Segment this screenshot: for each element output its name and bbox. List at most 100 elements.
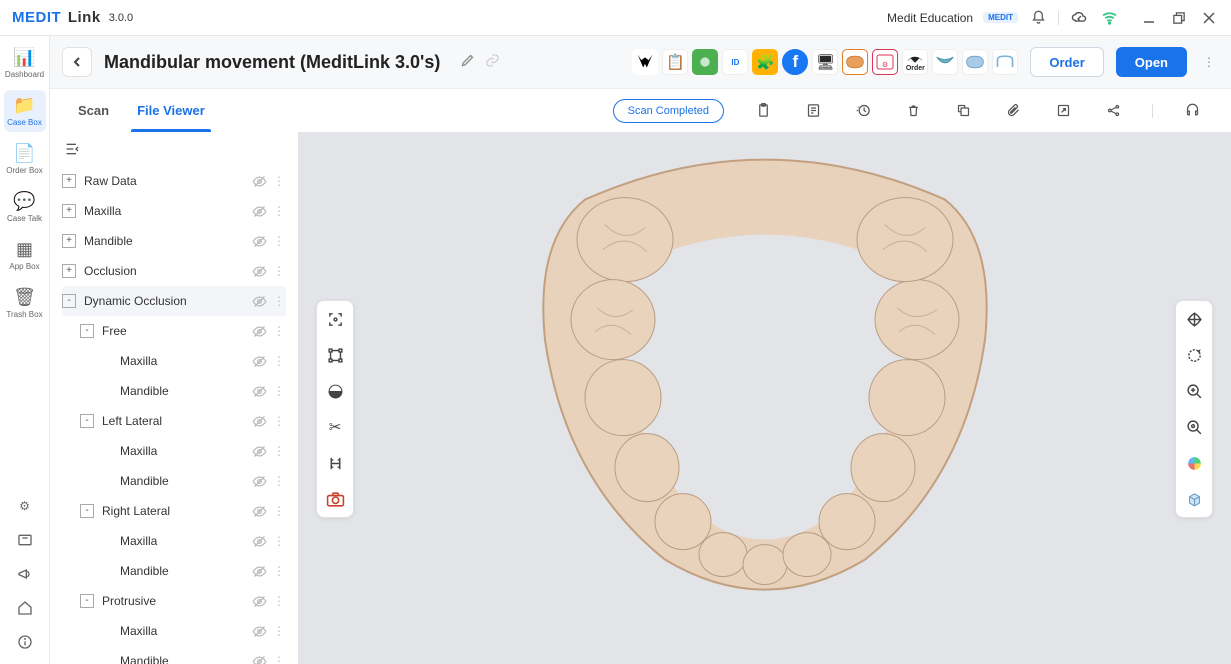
app-teeth-icon[interactable]: ⚙ bbox=[872, 49, 898, 75]
delete-icon[interactable] bbox=[902, 100, 924, 122]
tree-row[interactable]: -Protrusive⋮ bbox=[62, 586, 286, 616]
expand-icon[interactable]: + bbox=[62, 234, 76, 248]
transform-icon[interactable] bbox=[323, 343, 347, 367]
clipboard-icon[interactable] bbox=[752, 100, 774, 122]
cube-view-icon[interactable] bbox=[1182, 487, 1206, 511]
collapse-icon[interactable]: - bbox=[80, 594, 94, 608]
tree-row[interactable]: +Mandible⋮ bbox=[62, 226, 286, 256]
open-button[interactable]: Open bbox=[1116, 47, 1187, 77]
3d-viewer[interactable]: ✂ bbox=[298, 132, 1231, 664]
close-icon[interactable] bbox=[1199, 8, 1219, 28]
headset-icon[interactable] bbox=[1181, 100, 1203, 122]
focus-icon[interactable] bbox=[323, 307, 347, 331]
tab-scan[interactable]: Scan bbox=[78, 89, 109, 132]
row-menu-icon[interactable]: ⋮ bbox=[272, 594, 286, 608]
link-icon[interactable] bbox=[485, 53, 500, 71]
row-menu-icon[interactable]: ⋮ bbox=[272, 654, 286, 664]
tree-collapse-icon[interactable] bbox=[50, 132, 298, 166]
history-icon[interactable] bbox=[852, 100, 874, 122]
cloud-sync-icon[interactable] bbox=[1069, 8, 1089, 28]
row-menu-icon[interactable]: ⋮ bbox=[272, 294, 286, 308]
tree-row[interactable]: Maxilla⋮ bbox=[62, 436, 286, 466]
row-menu-icon[interactable]: ⋮ bbox=[272, 384, 286, 398]
visibility-icon[interactable] bbox=[250, 174, 268, 189]
collapse-icon[interactable]: - bbox=[80, 414, 94, 428]
row-menu-icon[interactable]: ⋮ bbox=[272, 564, 286, 578]
back-button[interactable] bbox=[62, 47, 92, 77]
tree-row[interactable]: -Right Lateral⋮ bbox=[62, 496, 286, 526]
app-scan-icon[interactable]: 📋 bbox=[662, 49, 688, 75]
visibility-icon[interactable] bbox=[250, 474, 268, 489]
collapse-icon[interactable]: - bbox=[80, 324, 94, 338]
zoom-in-icon[interactable] bbox=[1182, 379, 1206, 403]
visibility-icon[interactable] bbox=[250, 264, 268, 279]
tab-file-viewer[interactable]: File Viewer bbox=[137, 89, 205, 132]
settings-icon[interactable]: ⚙ bbox=[11, 492, 39, 520]
capture-icon[interactable] bbox=[323, 487, 347, 511]
tree-row[interactable]: -Left Lateral⋮ bbox=[62, 406, 286, 436]
rail-case-talk[interactable]: 💬 Case Talk bbox=[4, 186, 46, 228]
app-smile-icon[interactable] bbox=[932, 49, 958, 75]
visibility-icon[interactable] bbox=[250, 384, 268, 399]
tree-row[interactable]: -Free⋮ bbox=[62, 316, 286, 346]
tree-row[interactable]: -Dynamic Occlusion⋮ bbox=[62, 286, 286, 316]
visibility-icon[interactable] bbox=[250, 594, 268, 609]
expand-icon[interactable]: + bbox=[62, 204, 76, 218]
app-puzzle-icon[interactable]: 🧩 bbox=[752, 49, 778, 75]
rail-order-box[interactable]: 📄 Order Box bbox=[4, 138, 46, 180]
row-menu-icon[interactable]: ⋮ bbox=[272, 444, 286, 458]
app-id-icon[interactable]: ID bbox=[722, 49, 748, 75]
collapse-icon[interactable]: - bbox=[62, 294, 76, 308]
app-crow-icon[interactable] bbox=[632, 49, 658, 75]
share-icon[interactable] bbox=[1102, 100, 1124, 122]
row-menu-icon[interactable]: ⋮ bbox=[272, 264, 286, 278]
minimize-icon[interactable] bbox=[1139, 8, 1159, 28]
megaphone-icon[interactable] bbox=[11, 560, 39, 588]
app-monitor-icon[interactable]: 🖥 bbox=[812, 49, 838, 75]
tree-row[interactable]: Mandible⋮ bbox=[62, 556, 286, 586]
tree-row[interactable]: +Occlusion⋮ bbox=[62, 256, 286, 286]
row-menu-icon[interactable]: ⋮ bbox=[272, 234, 286, 248]
tree-row[interactable]: Maxilla⋮ bbox=[62, 346, 286, 376]
copy-icon[interactable] bbox=[952, 100, 974, 122]
app-order-icon[interactable]: Order bbox=[902, 49, 928, 75]
visibility-icon[interactable] bbox=[250, 504, 268, 519]
note-icon[interactable] bbox=[802, 100, 824, 122]
app-arch-icon[interactable] bbox=[962, 49, 988, 75]
order-button[interactable]: Order bbox=[1030, 47, 1103, 77]
home-icon[interactable] bbox=[11, 594, 39, 622]
visibility-icon[interactable] bbox=[250, 234, 268, 249]
row-menu-icon[interactable]: ⋮ bbox=[272, 174, 286, 188]
expand-icon[interactable]: + bbox=[62, 174, 76, 188]
visibility-icon[interactable] bbox=[250, 654, 268, 664]
app-facebook-icon[interactable]: f bbox=[782, 49, 808, 75]
tree-row[interactable]: Mandible⋮ bbox=[62, 376, 286, 406]
app-ortho-icon[interactable] bbox=[992, 49, 1018, 75]
tree-row[interactable]: +Raw Data⋮ bbox=[62, 166, 286, 196]
collapse-icon[interactable]: - bbox=[80, 504, 94, 518]
row-menu-icon[interactable]: ⋮ bbox=[272, 504, 286, 518]
rail-case-box[interactable]: 📁 Case Box bbox=[4, 90, 46, 132]
expand-icon[interactable]: + bbox=[62, 264, 76, 278]
rail-dashboard[interactable]: 📊 Dashboard bbox=[4, 42, 46, 84]
row-menu-icon[interactable]: ⋮ bbox=[272, 534, 286, 548]
row-menu-icon[interactable]: ⋮ bbox=[272, 354, 286, 368]
tree-row[interactable]: +Maxilla⋮ bbox=[62, 196, 286, 226]
visibility-icon[interactable] bbox=[250, 564, 268, 579]
visibility-icon[interactable] bbox=[250, 624, 268, 639]
pan-icon[interactable] bbox=[1182, 307, 1206, 331]
edit-icon[interactable] bbox=[460, 53, 475, 71]
row-menu-icon[interactable]: ⋮ bbox=[272, 624, 286, 638]
visibility-icon[interactable] bbox=[250, 324, 268, 339]
folder-open-icon[interactable] bbox=[11, 526, 39, 554]
app-model-icon[interactable] bbox=[842, 49, 868, 75]
info-icon[interactable] bbox=[11, 628, 39, 656]
more-menu-icon[interactable]: ⋮ bbox=[1199, 47, 1219, 77]
maximize-icon[interactable] bbox=[1169, 8, 1189, 28]
export-icon[interactable] bbox=[1052, 100, 1074, 122]
tree-row[interactable]: Maxilla⋮ bbox=[62, 616, 286, 646]
wifi-icon[interactable] bbox=[1099, 8, 1119, 28]
shading-icon[interactable] bbox=[323, 379, 347, 403]
tree-row[interactable]: Mandible⋮ bbox=[62, 646, 286, 664]
rail-trash-box[interactable]: 🗑 Trash Box bbox=[4, 282, 46, 324]
